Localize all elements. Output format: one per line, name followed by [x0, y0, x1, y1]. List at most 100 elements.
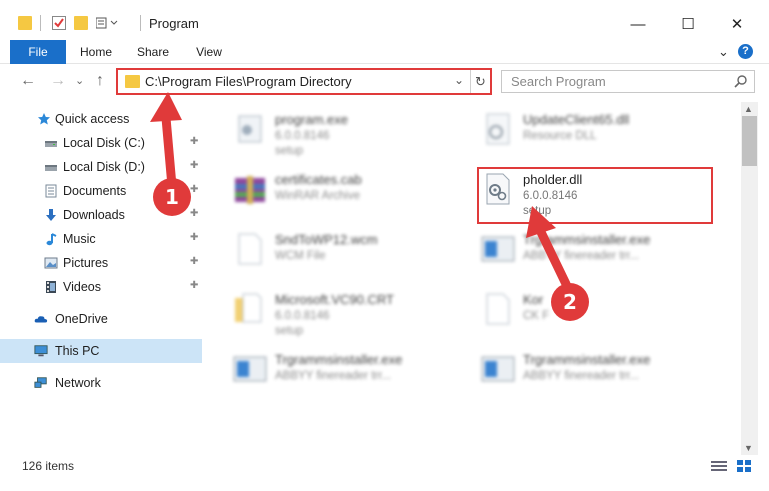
scrollbar-thumb[interactable] — [742, 116, 757, 166]
recent-locations-button[interactable]: ⌄ — [75, 74, 84, 87]
folder-icon — [125, 75, 140, 88]
ribbon: File Home Share View ⌄ ? — [0, 40, 769, 64]
file-name: SndToWP12.wcm — [275, 232, 378, 247]
search-box[interactable]: Search Program — [501, 70, 755, 93]
expand-ribbon-icon[interactable]: ⌄ — [718, 44, 729, 60]
file-item[interactable]: SndToWP12.wcm WCM File — [233, 228, 473, 284]
sidebar-item-network[interactable]: Network — [0, 371, 205, 395]
properties-icon[interactable] — [52, 16, 66, 30]
maximize-button[interactable]: ☐ — [665, 10, 711, 38]
dll-icon — [486, 113, 510, 145]
sidebar-item-local-disk-d[interactable]: Local Disk (D:) ✚ — [0, 155, 205, 179]
pin-icon: ✚ — [190, 256, 199, 267]
sidebar-item-label: This PC — [55, 344, 100, 358]
step-badge-1: 1 — [153, 178, 191, 216]
divider — [40, 15, 41, 31]
download-icon — [46, 209, 56, 221]
back-button[interactable]: ← — [20, 72, 36, 90]
sidebar-item-label: Local Disk (C:) — [63, 136, 145, 150]
folder-icon — [18, 16, 32, 30]
pin-icon: ✚ — [190, 232, 199, 243]
file-item[interactable]: certificates.cab WinRAR Archive — [233, 168, 473, 224]
file-name: Trgrammsinstaller.exe — [523, 352, 651, 367]
up-button[interactable]: ↑ — [96, 72, 104, 90]
sidebar-item-label: OneDrive — [55, 312, 108, 326]
file-item[interactable]: program.exe 6.0.0.8146 setup — [233, 108, 473, 164]
scroll-down-icon[interactable]: ▼ — [744, 443, 753, 453]
pin-icon: ✚ — [190, 136, 199, 147]
forward-button[interactable]: → — [50, 72, 66, 90]
close-button[interactable]: ✕ — [714, 10, 760, 38]
customize-qa-icon[interactable] — [95, 16, 118, 30]
sidebar-item-label: Videos — [63, 280, 101, 294]
file-name: certificates.cab — [275, 172, 362, 187]
help-icon[interactable]: ? — [738, 44, 753, 59]
pin-icon: ✚ — [190, 208, 199, 219]
sidebar-item-videos[interactable]: Videos ✚ — [0, 275, 205, 299]
file-description: Resource DLL — [523, 130, 597, 142]
new-folder-icon[interactable] — [74, 16, 88, 30]
sidebar-item-onedrive[interactable]: OneDrive — [0, 307, 205, 331]
sidebar-item-pictures[interactable]: Pictures ✚ — [0, 251, 205, 275]
pin-icon: ✚ — [190, 280, 199, 291]
star-icon — [38, 113, 50, 125]
sidebar-item-local-disk-c[interactable]: Local Disk (C:) ✚ — [0, 131, 205, 155]
file-item[interactable]: Microsoft.VC90.CRT 6.0.0.8146 setup — [233, 288, 473, 344]
vertical-scrollbar[interactable]: ▲ ▼ — [741, 102, 758, 455]
pin-icon: ✚ — [190, 160, 199, 171]
title-bar: Program — ☐ ✕ — [0, 0, 769, 42]
sidebar-item-label: Downloads — [63, 208, 125, 222]
sidebar-item-this-pc[interactable]: This PC — [0, 339, 202, 363]
step-badge-2: 2 — [551, 283, 589, 321]
file-item[interactable]: Trgrammsinstaller.exe ABBYY finereader t… — [481, 228, 721, 284]
file-description: ABBYY finereader trr... — [523, 250, 640, 262]
installer-icon — [481, 236, 515, 262]
sidebar-item-label: Pictures — [63, 256, 109, 270]
drive-icon — [45, 165, 57, 171]
large-icons-view-icon[interactable] — [736, 460, 752, 472]
file-name: UpdateClient65.dll — [523, 112, 630, 127]
minimize-button[interactable]: — — [615, 10, 661, 38]
sidebar-item-quick-access[interactable]: Quick access — [0, 107, 205, 131]
search-input[interactable]: Search Program — [511, 74, 606, 89]
refresh-button[interactable]: ↻ — [470, 70, 490, 93]
address-bar[interactable]: C:\Program Files\Program Directory ⌄ ↻ — [116, 68, 492, 95]
file-name: program.exe — [275, 112, 348, 127]
computer-icon — [34, 345, 48, 357]
file-item[interactable]: Kor CK F — [481, 288, 721, 344]
sidebar-item-label: Quick access — [55, 112, 130, 126]
file-version: 6.0.0.8146 — [275, 310, 330, 322]
file-description: setup — [275, 145, 304, 157]
file-name: Kor — [523, 292, 544, 307]
archive-icon — [235, 176, 265, 204]
file-item[interactable]: UpdateClient65.dll Resource DLL — [481, 108, 721, 164]
details-view-icon[interactable] — [711, 460, 727, 472]
tab-view[interactable]: View — [186, 40, 232, 64]
navigation-bar: ← → ⌄ ↑ C:\Program Files\Program Directo… — [0, 64, 769, 102]
address-path[interactable]: C:\Program Files\Program Directory — [145, 74, 352, 89]
file-item[interactable]: Trgrammsinstaller.exe ABBYY finereader t… — [233, 348, 473, 404]
highlight-box — [477, 167, 713, 224]
file-name: Trgrammsinstaller.exe — [275, 352, 403, 367]
tab-share[interactable]: Share — [130, 40, 176, 64]
drive-icon — [45, 141, 57, 147]
scroll-up-icon[interactable]: ▲ — [744, 104, 753, 114]
file-description: ABBYY finereader trr... — [275, 370, 392, 382]
file-name: Trgrammsinstaller.exe — [523, 232, 651, 247]
sidebar-item-label: Music — [63, 232, 96, 246]
file-icon — [486, 293, 510, 325]
pin-icon: ✚ — [190, 184, 199, 195]
file-name: Microsoft.VC90.CRT — [275, 292, 394, 307]
tab-file[interactable]: File — [10, 40, 66, 64]
chevron-down-icon[interactable]: ⌄ — [454, 73, 464, 87]
network-icon — [34, 377, 47, 388]
file-icon — [238, 233, 262, 265]
installer-icon — [233, 356, 267, 382]
tab-home[interactable]: Home — [72, 40, 120, 64]
file-description: setup — [275, 325, 304, 337]
file-item[interactable]: Trgrammsinstaller.exe ABBYY finereader t… — [481, 348, 721, 404]
sidebar-item-music[interactable]: Music ✚ — [0, 227, 205, 251]
file-list: program.exe 6.0.0.8146 setup UpdateClien… — [205, 102, 741, 455]
sidebar-item-label: Local Disk (D:) — [63, 160, 145, 174]
exe-icon — [238, 115, 262, 143]
